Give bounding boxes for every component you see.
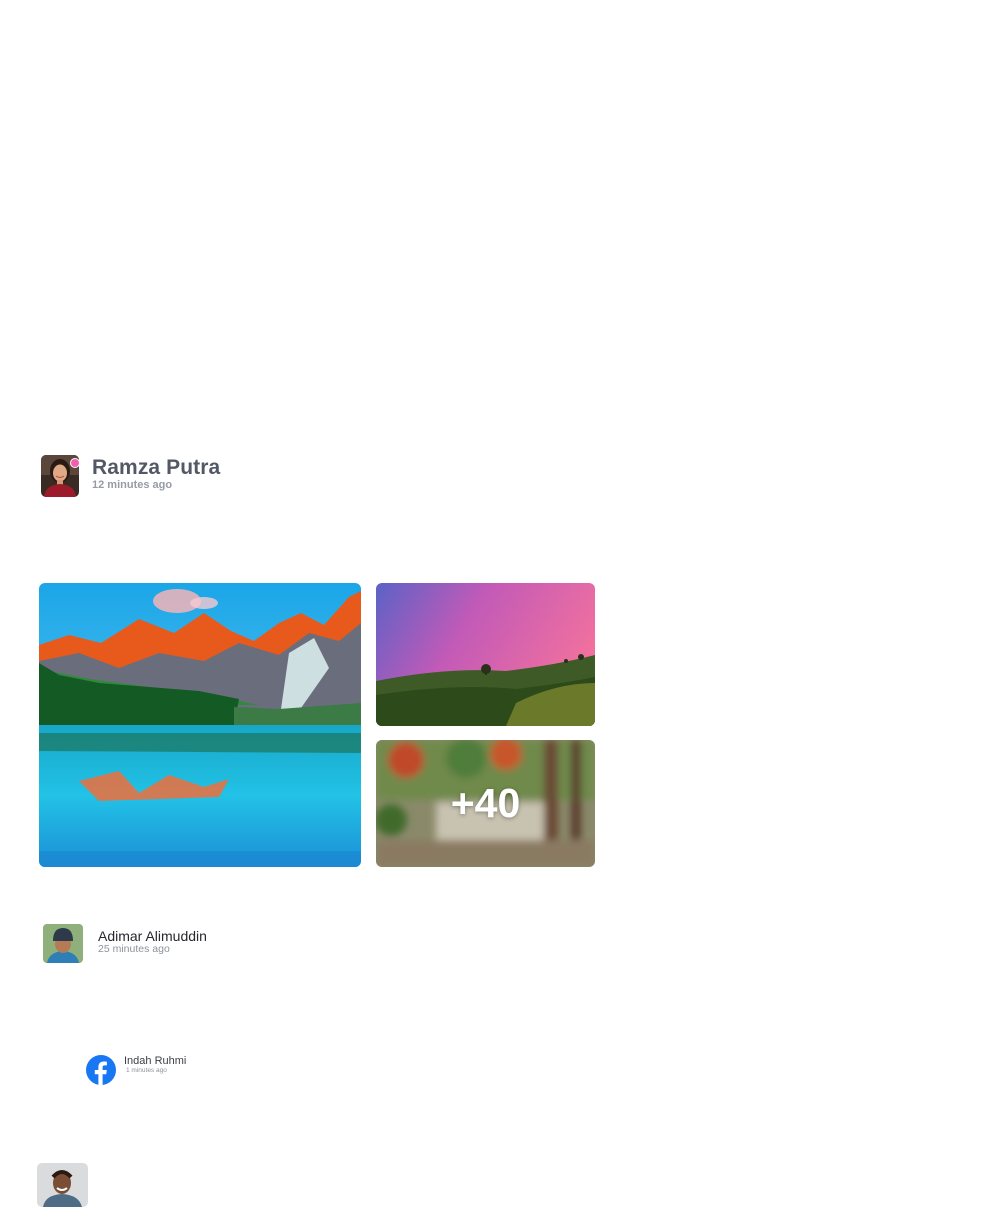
- comment-timestamp: 1 minutes ago: [126, 1067, 167, 1074]
- author-name[interactable]: Ramza Putra: [92, 456, 220, 480]
- smiling-man-avatar-icon: [37, 1163, 88, 1207]
- more-photos-count[interactable]: +40: [376, 740, 595, 867]
- commenter-name[interactable]: Indah Ruhmi: [124, 1055, 186, 1067]
- man-beanie-avatar-icon: [43, 924, 83, 963]
- mountain-lake-photo-icon: [39, 583, 361, 867]
- facebook-icon[interactable]: [86, 1055, 116, 1085]
- gallery-photo-pink-sky[interactable]: [376, 583, 595, 726]
- commenter-name[interactable]: Adimar Alimuddin: [98, 928, 207, 944]
- online-status-dot: [70, 458, 80, 468]
- commenter-avatar[interactable]: [43, 924, 83, 963]
- commenter-avatar[interactable]: [37, 1163, 88, 1207]
- gallery-photo-mountain-lake[interactable]: [39, 583, 361, 867]
- comment-timestamp: 25 minutes ago: [98, 943, 170, 955]
- pink-sky-hill-photo-icon: [376, 583, 595, 726]
- post-timestamp: 12 minutes ago: [92, 479, 173, 491]
